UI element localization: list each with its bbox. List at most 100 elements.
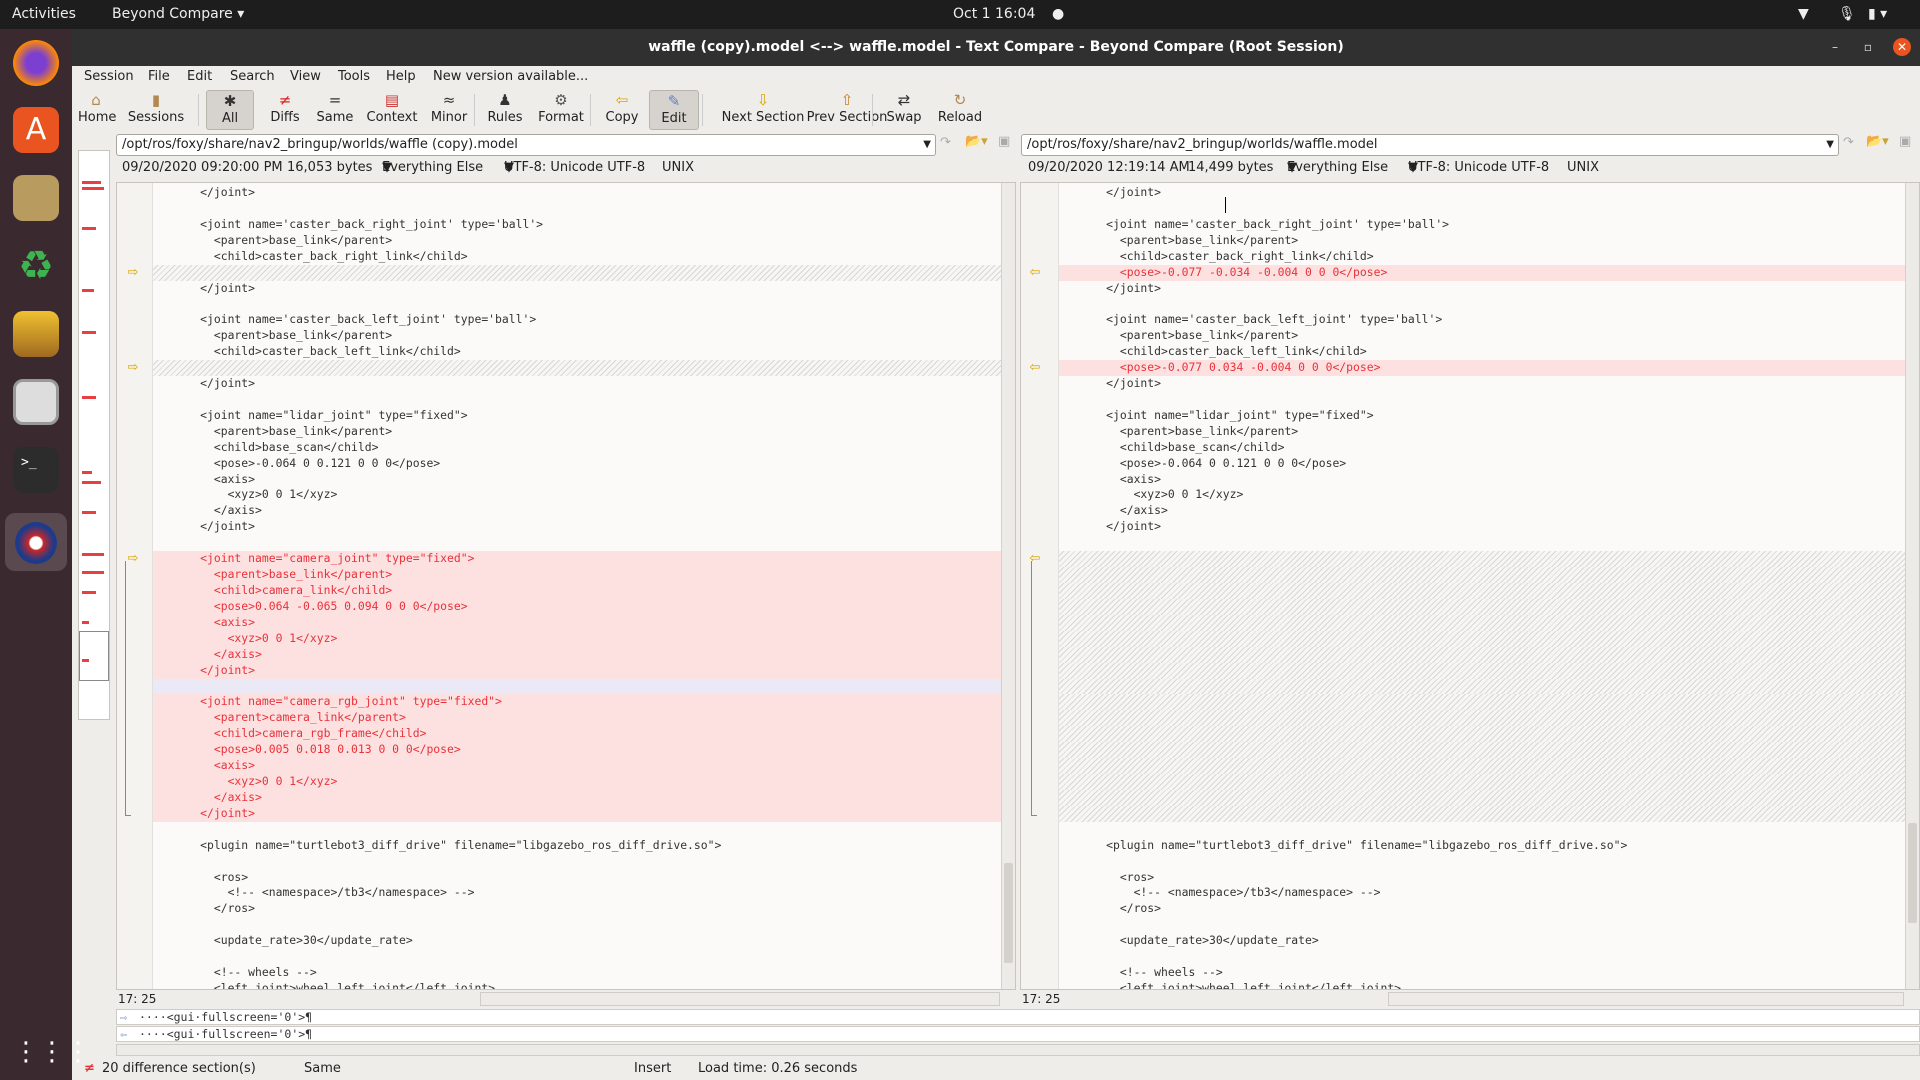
chevron-down-icon[interactable]: ▼ (923, 135, 931, 155)
code-line[interactable] (1059, 598, 1905, 615)
right-vertical-scrollbar[interactable] (1905, 183, 1919, 989)
code-line[interactable]: <joint name='caster_back_left_joint' typ… (153, 312, 1001, 328)
left-format-dropdown[interactable]: Everything Else ▼ (382, 160, 483, 175)
sync-icon[interactable]: ♻ (13, 243, 59, 289)
maximize-button[interactable]: ▫ (1859, 38, 1877, 56)
right-encoding-dropdown[interactable]: UTF-8: Unicode UTF-8 ▼ (1408, 160, 1549, 175)
code-line[interactable]: <xyz>0 0 1</xyz> (153, 487, 1001, 503)
code-line[interactable] (153, 296, 1001, 312)
code-line[interactable]: </axis> (153, 503, 1001, 519)
code-line[interactable] (153, 392, 1001, 408)
code-line[interactable]: </joint> (153, 805, 1001, 822)
code-line[interactable]: <parent>base_link</parent> (1059, 233, 1905, 249)
format-button[interactable]: ⚙ Format (532, 90, 590, 130)
diff-overview-map[interactable] (78, 150, 110, 720)
code-line[interactable]: <parent>base_link</parent> (153, 233, 1001, 249)
microphone-icon[interactable]: 🎙 (1838, 6, 1856, 22)
code-line[interactable]: <pose>-0.077 0.034 -0.004 0 0 0</pose> (1059, 360, 1905, 377)
code-line[interactable] (1059, 917, 1905, 933)
code-line[interactable]: </joint> (153, 662, 1001, 679)
menu-tools[interactable]: Tools (338, 69, 370, 84)
save-icon[interactable]: ▣ (1899, 134, 1911, 149)
code-line[interactable]: <joint name="lidar_joint" type="fixed"> (153, 408, 1001, 424)
code-line[interactable]: <update_rate>30</update_rate> (153, 933, 1001, 949)
code-line[interactable]: <joint name="camera_rgb_joint" type="fix… (153, 694, 1001, 711)
code-line[interactable] (1059, 535, 1905, 551)
left-path-input[interactable]: /opt/ros/foxy/share/nav2_bringup/worlds/… (116, 134, 936, 156)
reload-button[interactable]: ↻ Reload (932, 90, 988, 130)
scroll-thumb[interactable] (1908, 823, 1917, 923)
right-text-pane[interactable]: </joint> <joint name='caster_back_right_… (1020, 182, 1920, 990)
copy-button[interactable]: ⇦ Copy (598, 90, 646, 130)
open-folder-icon[interactable]: 📂▾ (1866, 134, 1889, 149)
app-grid-icon[interactable]: ⋮⋮⋮ (13, 1029, 91, 1075)
code-line[interactable]: <axis> (1059, 472, 1905, 488)
right-format-dropdown[interactable]: Everything Else ▼ (1287, 160, 1388, 175)
code-line[interactable] (1059, 758, 1905, 775)
code-line[interactable]: <xyz>0 0 1</xyz> (1059, 487, 1905, 503)
code-line[interactable]: <child>caster_back_right_link</child> (153, 249, 1001, 265)
code-line[interactable]: </axis> (1059, 503, 1905, 519)
code-line[interactable]: </joint> (153, 281, 1001, 297)
code-line[interactable]: </joint> (153, 376, 1001, 392)
detail-horizontal-scrollbar[interactable] (116, 1044, 1920, 1056)
code-line[interactable]: <update_rate>30</update_rate> (1059, 933, 1905, 949)
right-path-input[interactable]: /opt/ros/foxy/share/nav2_bringup/worlds/… (1021, 134, 1839, 156)
scroll-thumb[interactable] (1004, 863, 1013, 963)
chevron-down-icon[interactable]: ▼ (1826, 135, 1834, 155)
code-line[interactable]: <joint name='caster_back_right_joint' ty… (1059, 217, 1905, 233)
code-line[interactable]: <parent>base_link</parent> (153, 424, 1001, 440)
all-button[interactable]: ✱ All (206, 90, 254, 130)
code-line[interactable]: <parent>base_link</parent> (1059, 328, 1905, 344)
code-line[interactable] (1059, 583, 1905, 599)
code-line[interactable] (1059, 646, 1905, 663)
code-line[interactable] (1059, 726, 1905, 743)
copy-left-arrow-icon[interactable]: ⇦ (1025, 361, 1045, 375)
code-line[interactable]: </joint> (1059, 376, 1905, 392)
code-line[interactable] (1059, 789, 1905, 806)
code-line[interactable] (1059, 949, 1905, 965)
open-folder-icon[interactable]: 📂▾ (965, 134, 988, 149)
code-line[interactable]: </joint> (153, 519, 1001, 535)
code-line[interactable]: <!-- <namespace>/tb3</namespace> --> (153, 885, 1001, 901)
code-line[interactable]: </axis> (153, 646, 1001, 663)
code-line[interactable]: </axis> (153, 789, 1001, 806)
minimize-button[interactable]: – (1826, 38, 1844, 56)
edit-button[interactable]: ✎ Edit (649, 90, 699, 130)
history-icon[interactable]: ↷ (1843, 135, 1854, 150)
code-line[interactable]: <plugin name="turtlebot3_diff_drive" fil… (1059, 838, 1905, 854)
code-line[interactable] (1059, 551, 1905, 568)
sessions-button[interactable]: ▮ Sessions (124, 90, 188, 130)
code-line[interactable] (153, 264, 1001, 281)
cleaner-icon[interactable] (13, 311, 59, 357)
terminal-icon[interactable]: >_ (13, 447, 59, 493)
code-line[interactable]: <child>caster_back_left_link</child> (1059, 344, 1905, 360)
code-line[interactable]: <pose>-0.064 0 0.121 0 0 0</pose> (1059, 456, 1905, 472)
code-line[interactable]: <child>camera_rgb_frame</child> (153, 726, 1001, 743)
code-line[interactable]: <joint name="camera_joint" type="fixed"> (153, 551, 1001, 568)
code-line[interactable]: <joint name='caster_back_left_joint' typ… (1059, 312, 1905, 328)
code-line[interactable] (1059, 567, 1905, 583)
code-line[interactable] (153, 917, 1001, 933)
activities-button[interactable]: Activities (12, 6, 76, 22)
copy-right-arrow-icon[interactable]: ⇨ (123, 265, 143, 280)
code-line[interactable]: <pose>0.005 0.018 0.013 0 0 0</pose> (153, 742, 1001, 759)
code-line[interactable] (1059, 694, 1905, 711)
code-line[interactable]: <!-- wheels --> (153, 965, 1001, 981)
code-line[interactable]: <child>camera_link</child> (153, 583, 1001, 599)
app-menu[interactable]: Beyond Compare ▾ (112, 6, 244, 22)
menu-search[interactable]: Search (230, 69, 275, 84)
code-line[interactable]: <child>base_scan</child> (1059, 440, 1905, 456)
context-button[interactable]: ▤ Context (364, 90, 420, 130)
left-text-pane[interactable]: </joint> <joint name='caster_back_right_… (116, 182, 1016, 990)
code-line[interactable]: <parent>base_link</parent> (153, 567, 1001, 583)
code-line[interactable]: <pose>-0.064 0 0.121 0 0 0</pose> (153, 456, 1001, 472)
code-line[interactable]: <xyz>0 0 1</xyz> (153, 630, 1001, 647)
code-line[interactable] (1059, 854, 1905, 870)
code-line[interactable]: <left_joint>wheel_left_joint</left_joint… (1059, 981, 1905, 989)
code-line[interactable]: <left_joint>wheel_left_joint</left_joint… (153, 981, 1001, 989)
swap-button[interactable]: ⇄ Swap (882, 90, 926, 130)
code-line[interactable] (153, 201, 1001, 217)
menu-session[interactable]: Session (84, 69, 134, 84)
left-encoding-dropdown[interactable]: UTF-8: Unicode UTF-8 ▼ (504, 160, 645, 175)
